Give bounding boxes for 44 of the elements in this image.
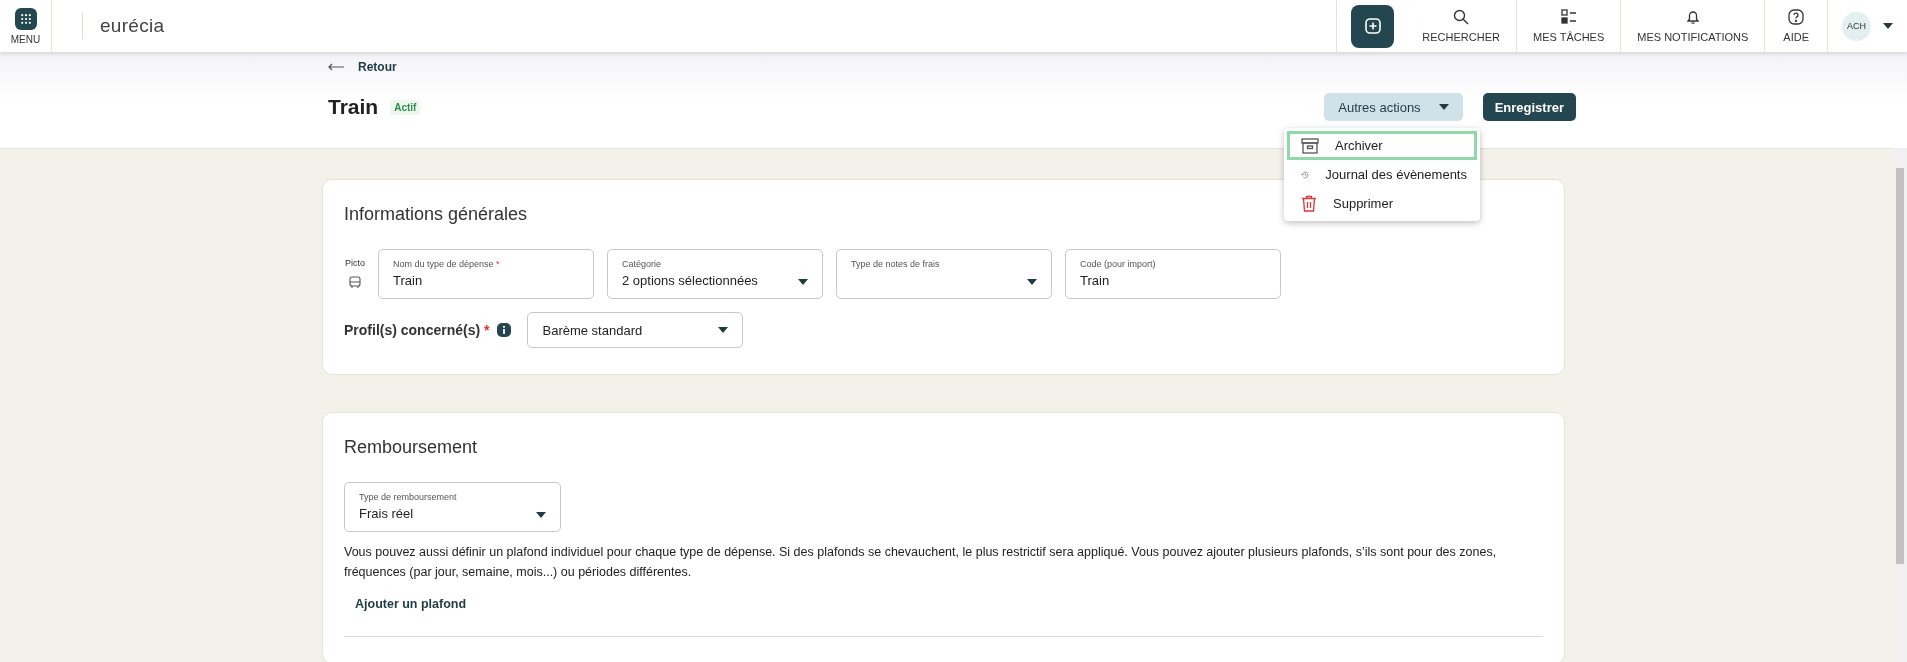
help-icon	[1788, 9, 1805, 25]
picto-label: Picto	[345, 258, 365, 268]
avatar[interactable]: ACH	[1842, 11, 1871, 41]
info-icon	[497, 323, 512, 337]
bell-icon	[1684, 9, 1701, 25]
status-badge: Actif	[390, 99, 421, 115]
description-text: Vous pouvez aussi définir un plafond individuel pour chaque type de dépense. Si des plafonds se chevauchent, le plus restrictif sera appliqué. Vous pouvez ajouter plusieurs plafonds, s’ils sont pour des zones, fréquences (par jour, semaine, mois...) ou périodes différentes.	[344, 544, 1498, 581]
input-field[interactable]: Nom du type de dépense * Train	[378, 249, 594, 299]
section-title: Remboursement	[344, 437, 478, 458]
back-link[interactable]: Retour	[358, 60, 397, 74]
menu-button[interactable]: MENU	[0, 0, 52, 52]
nav-button[interactable]: MES NOTIFICATIONS	[1621, 0, 1766, 52]
more-actions-button[interactable]: Autres actions	[1324, 93, 1463, 121]
select-field[interactable]: Type de remboursement Frais réel	[344, 482, 561, 532]
search-icon	[1453, 9, 1470, 25]
checklist-icon	[1560, 9, 1577, 25]
field-label: Profil(s) concerné(s) *	[344, 322, 490, 338]
select-field[interactable]: Catégorie 2 options sélectionnées	[607, 249, 823, 299]
menu-item[interactable]: Archiver	[1287, 131, 1477, 160]
select-field[interactable]: Barème standard	[527, 312, 744, 348]
back-arrow-icon	[328, 63, 344, 71]
bus-icon	[349, 276, 361, 289]
caret-icon	[536, 512, 546, 518]
input-field[interactable]: Code (pour import) Train	[1065, 249, 1281, 299]
trash-icon	[1301, 195, 1317, 212]
nav-button[interactable]: RECHERCHER	[1406, 0, 1517, 52]
scrollbar[interactable]	[1893, 148, 1907, 662]
section-title: Informations générales	[344, 204, 528, 225]
caret-icon	[1883, 23, 1893, 29]
nav-button[interactable]: AIDE	[1765, 0, 1828, 52]
caret-icon	[798, 279, 808, 285]
logo: eurécia	[100, 15, 165, 37]
select-field[interactable]: Type de notes de frais	[836, 249, 1052, 299]
caret-icon	[718, 327, 729, 333]
plus-icon	[1364, 18, 1381, 34]
nav-button[interactable]: MES TÂCHES	[1516, 0, 1622, 52]
caret-icon	[1438, 104, 1449, 110]
page-title: Train	[328, 95, 379, 119]
archive-box-icon	[1301, 137, 1319, 154]
caret-icon	[1027, 279, 1037, 285]
save-button[interactable]: Enregistrer	[1482, 93, 1576, 121]
grid-icon	[20, 13, 31, 24]
add-button[interactable]	[1351, 4, 1395, 48]
add-ceiling-button[interactable]: Ajouter un plafond	[355, 597, 467, 611]
